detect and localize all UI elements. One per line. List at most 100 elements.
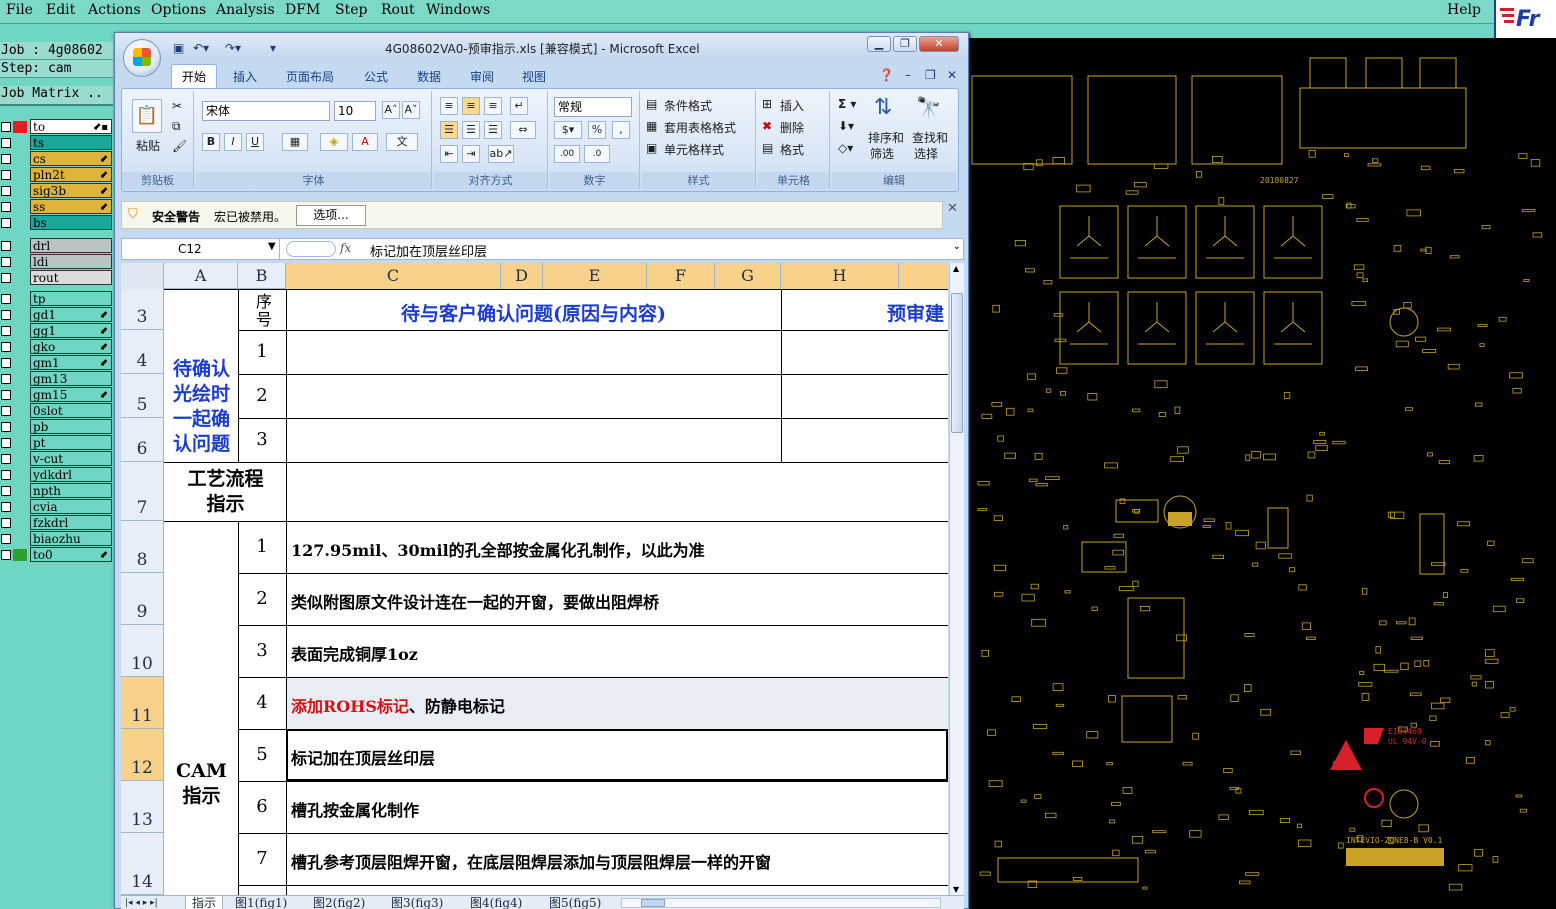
- layer-row[interactable]: ldi: [0, 254, 113, 269]
- layer-row[interactable]: gm13: [0, 371, 113, 386]
- cut-icon[interactable]: ✂: [172, 99, 182, 113]
- layer-name[interactable]: v-cut: [30, 451, 112, 466]
- conditional-format-button[interactable]: 条件格式: [664, 97, 712, 114]
- find-select-icon[interactable]: 🔭: [916, 95, 941, 119]
- instruction-text[interactable]: 类似附图原文件设计连在一起的开窗，要做出阻焊桥: [291, 589, 659, 613]
- layer-color-swatch[interactable]: [13, 533, 27, 545]
- layer-checkbox[interactable]: [1, 257, 11, 267]
- layer-row[interactable]: ts: [0, 135, 113, 150]
- shrink-font-icon[interactable]: A˅: [402, 101, 420, 119]
- tab-formulas[interactable]: 公式: [364, 68, 388, 85]
- find-select-button-2[interactable]: 选择: [914, 145, 938, 162]
- layer-color-swatch[interactable]: [13, 185, 27, 197]
- layer-color-swatch[interactable]: [13, 469, 27, 481]
- redo-icon[interactable]: ↷▾: [225, 41, 241, 55]
- vertical-scrollbar[interactable]: ▲ ▼: [949, 263, 964, 895]
- col-header-g[interactable]: G: [715, 263, 781, 289]
- instruction-text[interactable]: 槽孔按金属化制作: [291, 797, 419, 821]
- layer-checkbox[interactable]: [1, 486, 11, 496]
- layer-color-swatch[interactable]: [13, 341, 27, 353]
- scroll-down-icon[interactable]: ▼: [953, 885, 959, 894]
- italic-icon[interactable]: I: [224, 133, 242, 151]
- align-left-icon[interactable]: ☰: [440, 121, 458, 139]
- format-painter-icon[interactable]: 🖌: [172, 139, 187, 153]
- font-color-icon[interactable]: A: [352, 133, 378, 151]
- layer-checkbox[interactable]: [1, 310, 11, 320]
- row-header-3[interactable]: 3: [121, 289, 164, 330]
- number-format-select[interactable]: 常规: [554, 97, 632, 117]
- layer-color-swatch[interactable]: [13, 153, 27, 165]
- col-header-d[interactable]: D: [501, 263, 543, 289]
- vertical-scroll-thumb[interactable]: [951, 293, 963, 433]
- layer-row[interactable]: v-cut: [0, 451, 113, 466]
- layer-name[interactable]: pln2t ⬋: [30, 167, 112, 182]
- layer-row[interactable]: gg1 ⬋: [0, 323, 113, 338]
- row-header-10[interactable]: 10: [121, 625, 164, 677]
- layer-row[interactable]: pb: [0, 419, 113, 434]
- layer-name[interactable]: ts: [30, 135, 112, 150]
- layer-color-swatch[interactable]: [13, 405, 27, 417]
- layer-color-swatch[interactable]: [13, 485, 27, 497]
- bold-icon[interactable]: B: [202, 133, 220, 151]
- menu-file[interactable]: File: [6, 2, 33, 18]
- tab-page-layout[interactable]: 页面布局: [286, 68, 334, 85]
- ribbon-restore-icon[interactable]: ❐: [925, 68, 936, 82]
- sort-filter-button-2[interactable]: 筛选: [870, 145, 894, 162]
- scroll-up-icon[interactable]: ▲: [953, 264, 959, 273]
- decrease-decimal-icon[interactable]: .0: [584, 145, 610, 163]
- layer-row[interactable]: tp: [0, 291, 113, 306]
- layer-row[interactable]: drl: [0, 238, 113, 253]
- layer-checkbox[interactable]: [1, 218, 11, 228]
- layer-color-swatch[interactable]: [13, 517, 27, 529]
- layer-name[interactable]: to ⬋▪: [30, 119, 112, 134]
- layer-name[interactable]: biaozhu: [30, 531, 112, 546]
- row-header-9[interactable]: 9: [121, 573, 164, 625]
- layer-row[interactable]: gm15 ⬋: [0, 387, 113, 402]
- sheet-tab-fig2[interactable]: 图2(fig2): [313, 896, 365, 909]
- layer-checkbox[interactable]: [1, 470, 11, 480]
- horizontal-scrollbar[interactable]: [621, 898, 941, 908]
- ribbon-minimize-icon[interactable]: –: [905, 68, 911, 82]
- sheet-tab-instructions[interactable]: 指示: [185, 896, 224, 909]
- worksheet-grid[interactable]: A B C D E F G H 3 4 5 6 7 8 9 10 11 12 1…: [121, 263, 948, 895]
- layer-row[interactable]: to0 ⬋: [0, 547, 113, 562]
- layer-row[interactable]: cvia: [0, 499, 113, 514]
- layer-checkbox[interactable]: [1, 502, 11, 512]
- layer-name[interactable]: gko ⬋: [30, 339, 112, 354]
- layer-color-swatch[interactable]: [13, 325, 27, 337]
- menu-options[interactable]: Options: [151, 2, 206, 18]
- layer-checkbox[interactable]: [1, 550, 11, 560]
- phonetic-icon[interactable]: 文: [386, 133, 418, 151]
- layer-name[interactable]: to0 ⬋: [30, 547, 112, 562]
- layer-checkbox[interactable]: [1, 154, 11, 164]
- increase-indent-icon[interactable]: ⇥: [462, 145, 480, 163]
- layer-checkbox[interactable]: [1, 273, 11, 283]
- security-options-button[interactable]: 选项...: [296, 205, 366, 226]
- layer-row[interactable]: ydkdrl: [0, 467, 113, 482]
- layer-row[interactable]: ss ⬋: [0, 199, 113, 214]
- layer-name[interactable]: fzkdrl: [30, 515, 112, 530]
- menu-windows[interactable]: Windows: [426, 2, 490, 18]
- layer-checkbox[interactable]: [1, 534, 11, 544]
- borders-icon[interactable]: ▦: [282, 133, 308, 151]
- tab-insert[interactable]: 插入: [233, 68, 257, 85]
- menu-help[interactable]: Help: [1447, 2, 1481, 18]
- layer-checkbox[interactable]: [1, 342, 11, 352]
- layer-color-swatch[interactable]: [13, 201, 27, 213]
- layer-color-swatch[interactable]: [13, 357, 27, 369]
- sheet-tab-fig3[interactable]: 图3(fig3): [391, 896, 443, 909]
- layer-color-swatch[interactable]: [13, 293, 27, 305]
- col-header-f[interactable]: F: [647, 263, 715, 289]
- sheet-nav-icon[interactable]: |◂ ◂ ▸ ▸|: [125, 896, 158, 909]
- layer-name[interactable]: cvia: [30, 499, 112, 514]
- layer-checkbox[interactable]: [1, 138, 11, 148]
- copy-icon[interactable]: ⧉: [172, 119, 181, 134]
- instruction-text[interactable]: 表面完成铜厚1oz: [291, 641, 418, 665]
- layer-name[interactable]: rout: [30, 270, 112, 285]
- tab-data[interactable]: 数据: [417, 68, 441, 85]
- layer-name[interactable]: gm15 ⬋: [30, 387, 112, 402]
- layer-color-swatch[interactable]: [13, 549, 27, 561]
- name-box[interactable]: C12: [122, 239, 280, 259]
- layer-name[interactable]: gm13: [30, 371, 112, 386]
- menu-edit[interactable]: Edit: [46, 2, 75, 18]
